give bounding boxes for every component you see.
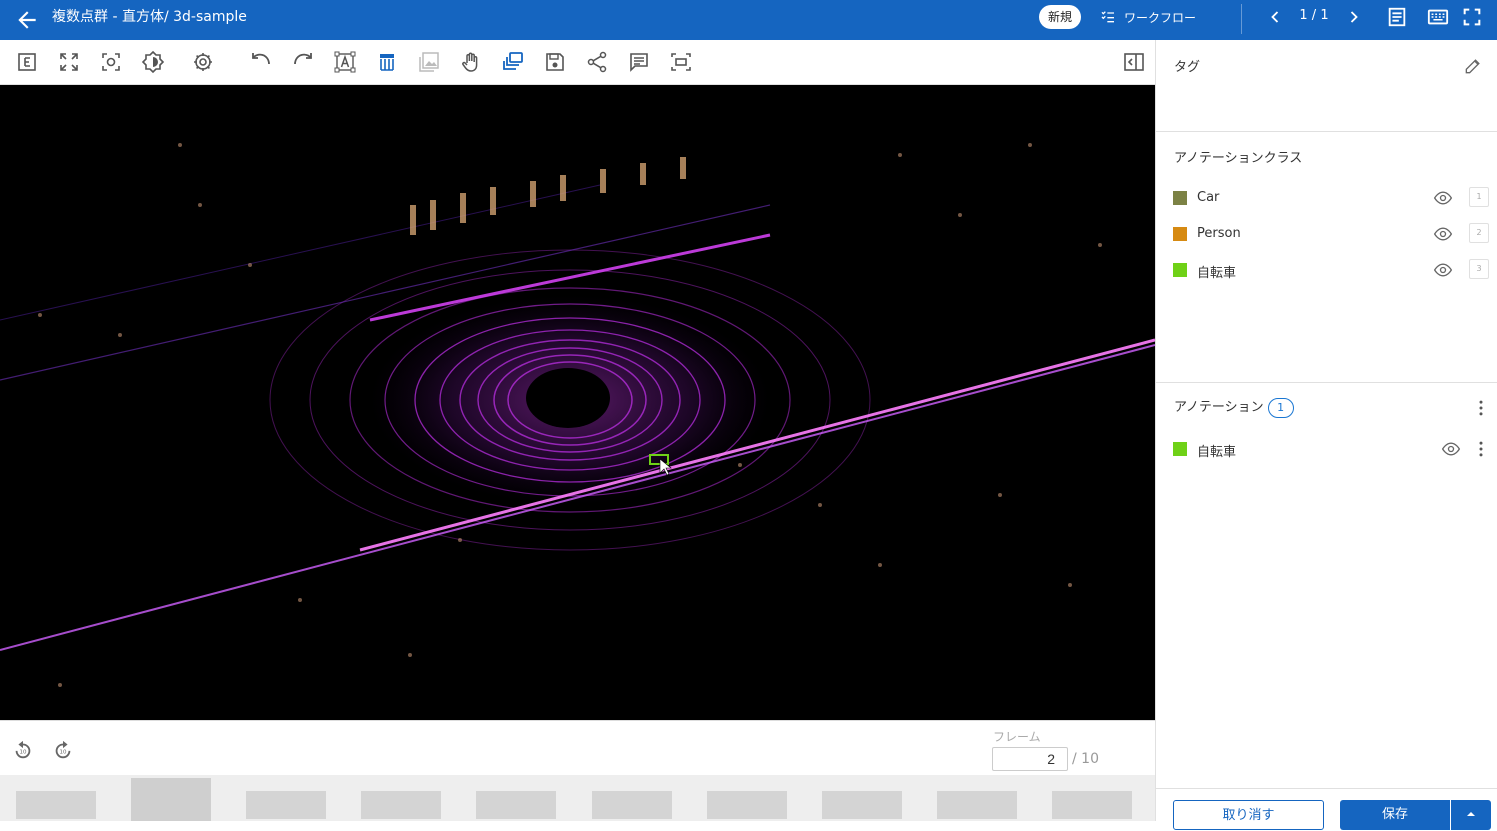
eye-icon[interactable] [1441,439,1461,459]
panel-divider [1156,788,1497,789]
annotation-count-badge: 1 [1267,397,1294,418]
edit-pencil-icon[interactable] [1463,56,1483,76]
frame-filmstrip [0,775,1155,821]
class-color-swatch [1173,191,1187,205]
forward-10-icon[interactable]: 10 [52,739,74,761]
frame-thumbnail[interactable] [937,791,1017,819]
hotkey-badge: 1 [1469,187,1489,207]
workflow-label: ワークフロー [1124,10,1197,25]
save-icon[interactable] [543,50,567,74]
editor-toolbar [0,40,1155,85]
chevron-left-icon[interactable] [1265,6,1285,28]
player-controls: 10 10 フレーム / 10 [0,720,1155,775]
comment-icon[interactable] [627,50,651,74]
frame-thumbnail[interactable] [592,791,672,819]
class-color-swatch [1173,263,1187,277]
save-options-button[interactable] [1451,800,1491,830]
eye-icon[interactable] [1433,260,1453,280]
annotation-name: 自転車 [1197,445,1237,460]
status-badge: 新規 [1039,5,1081,29]
cancel-button[interactable]: 取り消す [1173,800,1324,830]
save-button[interactable]: 保存 [1340,800,1450,830]
classes-title: アノテーションクラス [1174,151,1303,166]
frame-thumbnail[interactable] [476,791,556,819]
hotkey-badge: 2 [1469,223,1489,243]
annotations-title-label: アノテーション [1174,400,1264,415]
brightness-icon[interactable] [141,50,165,74]
panel-toggle-icon[interactable] [1122,50,1146,74]
svg-text:10: 10 [60,750,67,756]
svg-text:10: 10 [20,750,27,756]
frame-thumbnail[interactable] [246,791,326,819]
fit-view-icon[interactable] [57,50,81,74]
share-icon[interactable] [585,50,609,74]
side-panel: タグ アノテーションクラス Car 1 Person 2 自転車 3 アノテーシ… [1155,40,1497,830]
more-vertical-icon[interactable] [1471,439,1491,459]
rewind-10-icon[interactable]: 10 [12,739,34,761]
more-vertical-icon[interactable] [1471,398,1491,418]
frame-thumbnail-active[interactable] [131,778,211,821]
keyboard-icon[interactable] [1426,6,1450,28]
hotkey-badge: 3 [1469,259,1489,279]
class-item-person[interactable]: Person 2 [1173,222,1491,246]
page-title: 複数点群 - 直方体/ 3d-sample [52,9,247,25]
app-header: 複数点群 - 直方体/ 3d-sample 新規 ワークフロー 1 / 1 [0,0,1497,40]
chevron-up-icon [1467,812,1475,816]
settings-icon[interactable] [191,50,215,74]
image-icon[interactable] [417,50,441,74]
frame-total: / 10 [1072,751,1099,767]
screenshot-icon[interactable] [669,50,693,74]
frame-thumbnail[interactable] [361,791,441,819]
class-item-bicycle[interactable]: 自転車 3 [1173,258,1491,282]
annotation-color-swatch [1173,442,1187,456]
checklist-icon [1101,11,1114,23]
label-e-icon[interactable] [15,50,39,74]
ego-vehicle-shadow [526,368,610,428]
panel-divider [1156,382,1497,383]
class-name: 自転車 [1197,266,1237,281]
annotations-title: アノテーション 1 [1174,396,1294,418]
frame-number-input[interactable] [992,747,1068,771]
frame-thumbnail[interactable] [822,791,902,819]
eye-icon[interactable] [1433,188,1453,208]
eye-icon[interactable] [1433,224,1453,244]
layers-icon[interactable] [501,50,525,74]
header-divider [1241,4,1242,34]
frame-label: フレーム [993,730,1041,744]
panel-divider [1156,131,1497,132]
focus-icon[interactable] [99,50,123,74]
document-icon[interactable] [1386,6,1408,28]
tags-title: タグ [1174,60,1201,75]
annotation-item[interactable]: 自転車 [1173,437,1491,461]
chevron-right-icon[interactable] [1344,6,1364,28]
class-name: Car [1197,190,1220,205]
frame-thumbnail[interactable] [16,791,96,819]
class-name: Person [1197,226,1241,241]
redo-icon[interactable] [291,50,315,74]
text-box-icon[interactable] [333,50,357,74]
class-item-car[interactable]: Car 1 [1173,186,1491,210]
undo-icon[interactable] [249,50,273,74]
point-cloud-canvas[interactable] [0,85,1155,720]
pager-text: 1 / 1 [1299,8,1329,23]
back-arrow-icon[interactable] [14,7,40,33]
hand-icon[interactable] [459,50,483,74]
ruler-icon[interactable] [375,50,399,74]
frame-thumbnail[interactable] [1052,791,1132,819]
workflow-button[interactable]: ワークフロー [1100,7,1196,27]
point-cloud-viewer[interactable] [0,85,1155,720]
class-color-swatch [1173,227,1187,241]
frame-thumbnail[interactable] [707,791,787,819]
fullscreen-icon[interactable] [1461,6,1483,28]
